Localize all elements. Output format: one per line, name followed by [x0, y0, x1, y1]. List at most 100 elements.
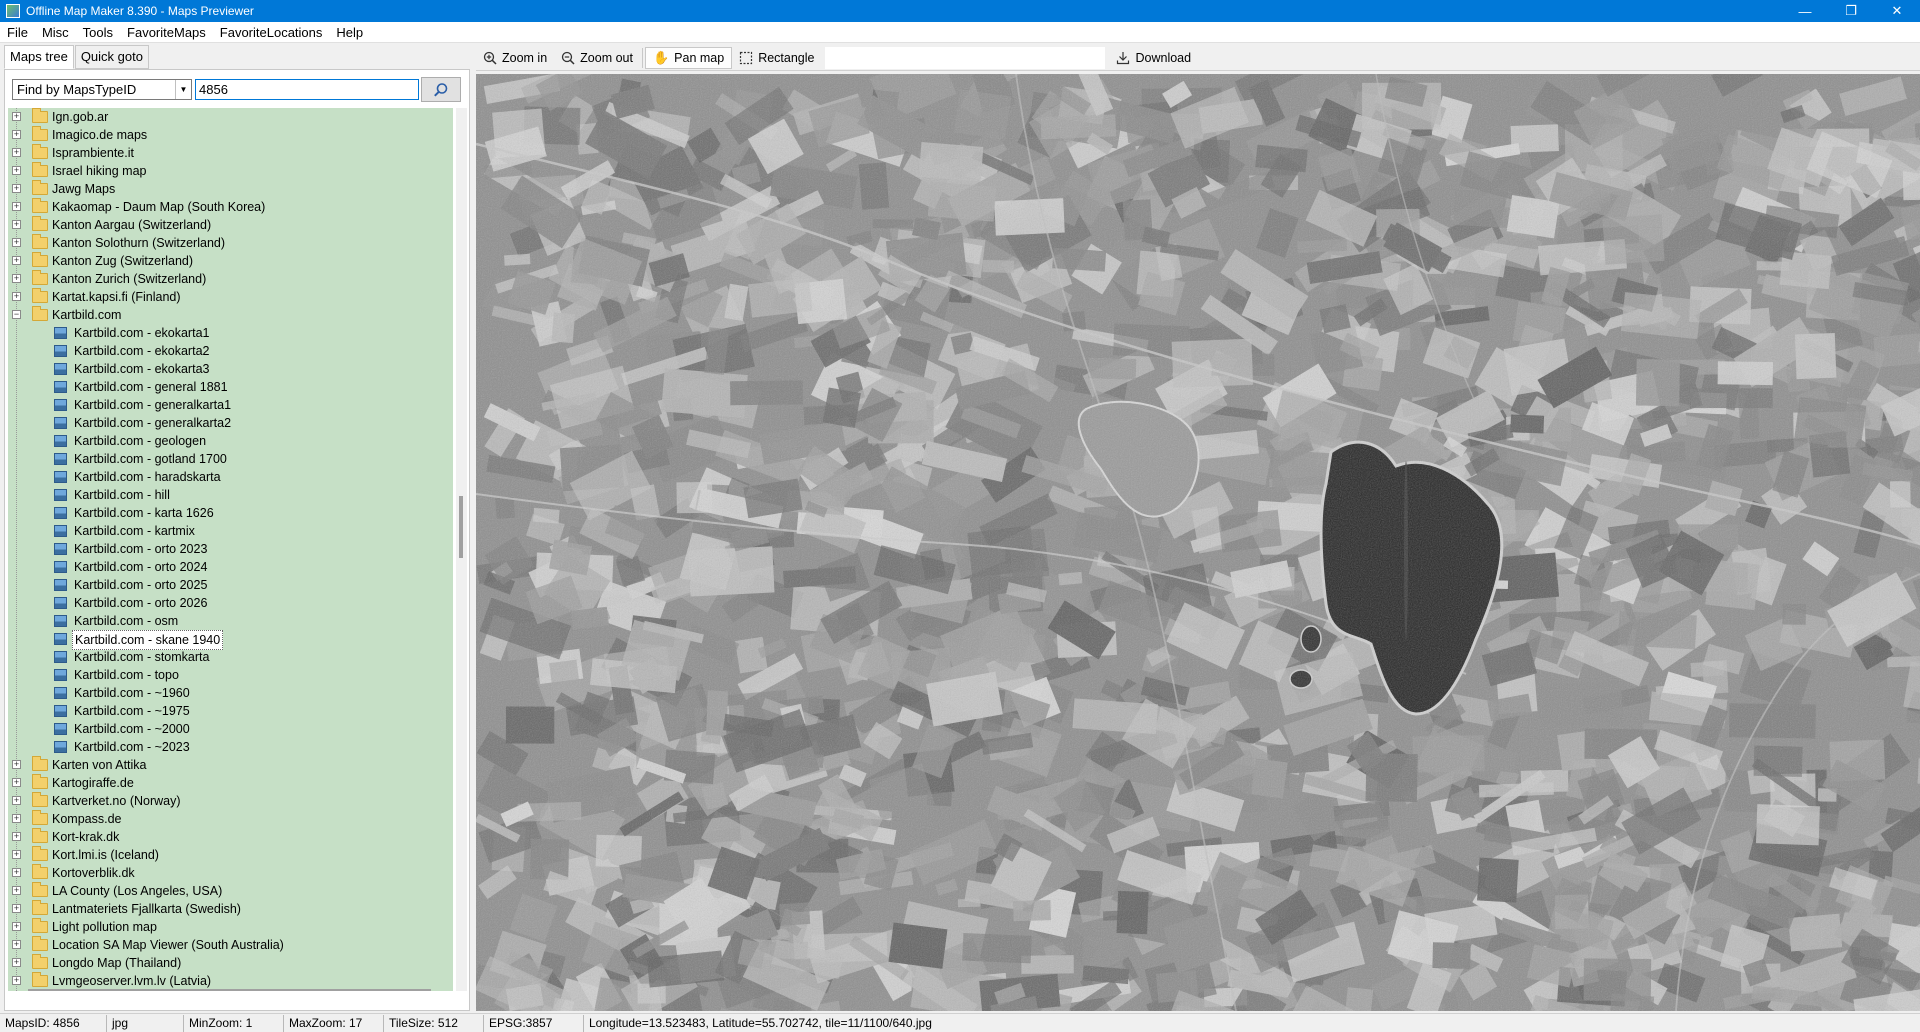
maps-tree[interactable]: + Ign.gob.ar + Imagico.de maps + Isprambiente… [8, 108, 453, 991]
expand-icon[interactable]: + [12, 184, 21, 193]
tree-map-item[interactable]: Kartbild.com - skane 1940 [8, 630, 453, 650]
find-input[interactable]: 4856 [195, 79, 419, 100]
close-button[interactable]: ✕ [1874, 0, 1920, 22]
tree-map-item[interactable]: Kartbild.com - general 1881 [8, 378, 453, 396]
tree-map-item[interactable]: Kartbild.com - orto 2026 [8, 594, 453, 612]
tree-map-item[interactable]: Kartbild.com - geologen [8, 432, 453, 450]
tree-folder-item[interactable]: + Jawg Maps [8, 180, 453, 198]
tab-maps-tree[interactable]: Maps tree [4, 45, 74, 69]
tree-folder-item[interactable]: + Lvmgeoserver.lvm.lv (Latvia) [8, 972, 453, 990]
expand-icon[interactable]: + [12, 904, 21, 913]
minimize-button[interactable]: — [1782, 0, 1828, 22]
aerial-map-image[interactable] [476, 74, 1920, 1011]
expand-icon[interactable]: + [12, 940, 21, 949]
tree-map-item[interactable]: Kartbild.com - generalkarta1 [8, 396, 453, 414]
tree-map-item[interactable]: Kartbild.com - kartmix [8, 522, 453, 540]
tree-map-item[interactable]: Kartbild.com - orto 2025 [8, 576, 453, 594]
expand-icon[interactable]: + [12, 778, 21, 787]
tree-map-item[interactable]: Kartbild.com - haradskarta [8, 468, 453, 486]
tree-map-item[interactable]: Kartbild.com - ekokarta2 [8, 342, 453, 360]
tree-folder-item[interactable]: + Kortoverblik.dk [8, 864, 453, 882]
tree-map-item[interactable]: Kartbild.com - orto 2024 [8, 558, 453, 576]
tree-folder-item[interactable]: + Karten von Attika [8, 756, 453, 774]
menu-file[interactable]: File [0, 25, 35, 40]
expand-icon[interactable]: + [12, 220, 21, 229]
expand-icon[interactable]: + [12, 850, 21, 859]
expand-icon[interactable]: + [12, 238, 21, 247]
tree-folder-item[interactable]: + LA County (Los Angeles, USA) [8, 882, 453, 900]
collapse-icon[interactable]: − [12, 310, 21, 319]
expand-icon[interactable]: + [12, 202, 21, 211]
tree-map-item[interactable]: Kartbild.com - karta 1626 [8, 504, 453, 522]
tree-map-item[interactable]: Kartbild.com - generalkarta2 [8, 414, 453, 432]
tree-folder-item[interactable]: + Isprambiente.it [8, 144, 453, 162]
expand-icon[interactable]: + [12, 958, 21, 967]
tree-folder-item[interactable]: + Kartat.kapsi.fi (Finland) [8, 288, 453, 306]
tree-map-item[interactable]: Kartbild.com - hill [8, 486, 453, 504]
expand-icon[interactable]: + [12, 760, 21, 769]
tree-map-item[interactable]: Kartbild.com - ekokarta3 [8, 360, 453, 378]
scrollbar-thumb[interactable] [459, 496, 463, 558]
tree-folder-item[interactable]: + Longdo Map (Thailand) [8, 954, 453, 972]
tree-folder-item[interactable]: + Kanton Aargau (Switzerland) [8, 216, 453, 234]
zoom-in-button[interactable]: Zoom in [476, 47, 554, 69]
zoom-out-button[interactable]: Zoom out [554, 47, 640, 69]
tree-folder-item[interactable]: + Lantmateriets Fjallkarta (Swedish) [8, 900, 453, 918]
tree-horizontal-scrollbar[interactable] [28, 989, 431, 991]
tree-map-item[interactable]: Kartbild.com - ekokarta1 [8, 324, 453, 342]
tree-map-item[interactable]: Kartbild.com - orto 2023 [8, 540, 453, 558]
tree-folder-item[interactable]: + Kompass.de [8, 810, 453, 828]
expand-icon[interactable]: + [12, 130, 21, 139]
tree-map-item[interactable]: Kartbild.com - stomkarta [8, 648, 453, 666]
find-mode-select[interactable]: Find by MapsTypeID ▼ [12, 79, 192, 100]
tree-map-item[interactable]: Kartbild.com - ~1960 [8, 684, 453, 702]
chevron-down-icon[interactable]: ▼ [175, 80, 191, 99]
pan-map-button[interactable]: ✋ Pan map [644, 46, 733, 69]
tree-folder-item[interactable]: + Israel hiking map [8, 162, 453, 180]
map-view[interactable] [476, 74, 1920, 1011]
tree-folder-item[interactable]: + Kort-krak.dk [8, 828, 453, 846]
tree-folder-item[interactable]: + Kanton Solothurn (Switzerland) [8, 234, 453, 252]
tree-map-item[interactable]: Kartbild.com - ~1975 [8, 702, 453, 720]
tree-map-item[interactable]: Kartbild.com - osm [8, 612, 453, 630]
tree-folder-item[interactable]: + Kakaomap - Daum Map (South Korea) [8, 198, 453, 216]
toolbar-field[interactable] [825, 46, 1106, 69]
menu-favorite-maps[interactable]: FavoriteMaps [120, 25, 213, 40]
expand-icon[interactable]: + [12, 976, 21, 985]
expand-icon[interactable]: + [12, 832, 21, 841]
menu-favorite-locations[interactable]: FavoriteLocations [213, 25, 330, 40]
menu-tools[interactable]: Tools [76, 25, 120, 40]
expand-icon[interactable]: + [12, 112, 21, 121]
expand-icon[interactable]: + [12, 814, 21, 823]
menu-misc[interactable]: Misc [35, 25, 76, 40]
tree-map-item[interactable]: Kartbild.com - ~2000 [8, 720, 453, 738]
download-button[interactable]: Download [1109, 47, 1198, 69]
tree-folder-item[interactable]: + Location SA Map Viewer (South Australia… [8, 936, 453, 954]
expand-icon[interactable]: + [12, 868, 21, 877]
tree-folder-item[interactable]: + Kartogiraffe.de [8, 774, 453, 792]
tree-vertical-scrollbar[interactable] [456, 108, 467, 991]
tree-folder-item[interactable]: + Ign.gob.ar [8, 108, 453, 126]
tree-map-item[interactable]: Kartbild.com - gotland 1700 [8, 450, 453, 468]
expand-icon[interactable]: + [12, 886, 21, 895]
expand-icon[interactable]: + [12, 256, 21, 265]
expand-icon[interactable]: + [12, 292, 21, 301]
expand-icon[interactable]: + [12, 796, 21, 805]
tree-map-item[interactable]: Kartbild.com - topo [8, 666, 453, 684]
tree-folder-item[interactable]: + Light pollution map [8, 918, 453, 936]
rectangle-button[interactable]: Rectangle [732, 47, 821, 69]
menu-help[interactable]: Help [329, 25, 370, 40]
tree-folder-item[interactable]: − Kartbild.com [8, 306, 453, 324]
tab-quick-goto[interactable]: Quick goto [74, 45, 149, 69]
tree-map-item[interactable]: Kartbild.com - ~2023 [8, 738, 453, 756]
tree-folder-item[interactable]: + Imagico.de maps [8, 126, 453, 144]
tree-folder-item[interactable]: + Kort.lmi.is (Iceland) [8, 846, 453, 864]
maximize-button[interactable]: ❐ [1828, 0, 1874, 22]
expand-icon[interactable]: + [12, 148, 21, 157]
tree-folder-item[interactable]: + Kanton Zurich (Switzerland) [8, 270, 453, 288]
expand-icon[interactable]: + [12, 166, 21, 175]
expand-icon[interactable]: + [12, 274, 21, 283]
expand-icon[interactable]: + [12, 922, 21, 931]
find-button[interactable] [421, 77, 461, 102]
tree-folder-item[interactable]: + Kartverket.no (Norway) [8, 792, 453, 810]
